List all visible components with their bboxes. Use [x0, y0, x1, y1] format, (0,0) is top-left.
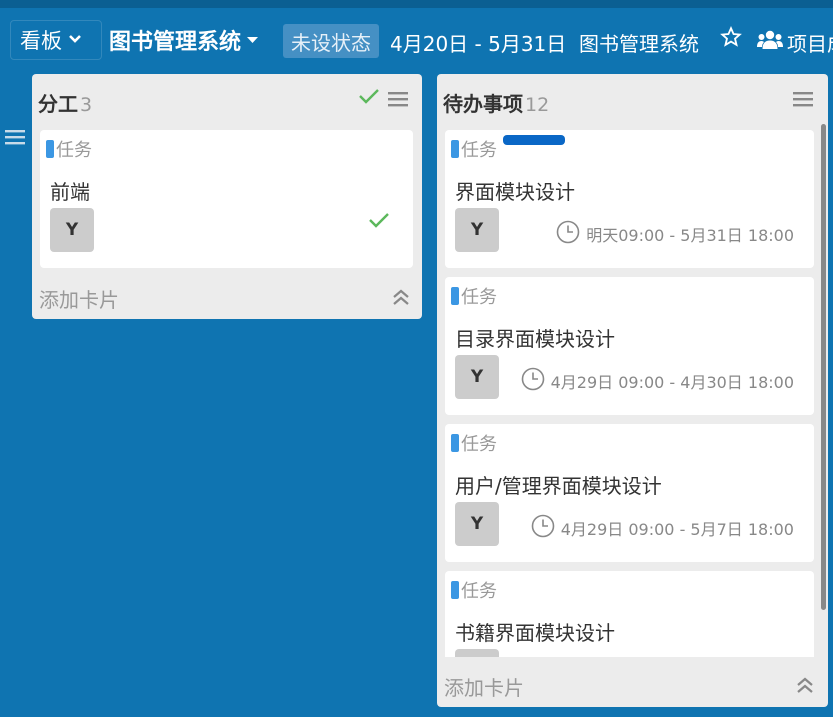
- project-name[interactable]: 图书管理系统: [579, 28, 699, 57]
- clock-icon: [556, 220, 586, 248]
- card-title: 前端: [50, 180, 90, 204]
- avatar[interactable]: Y: [50, 208, 94, 252]
- list-title-text: 分工: [38, 92, 78, 116]
- clock-icon: [531, 514, 561, 542]
- card-tag: 任务: [451, 577, 497, 603]
- card-title: 用户/管理界面模块设计: [455, 474, 662, 498]
- view-label: 看板: [20, 29, 62, 53]
- clock-icon: [521, 367, 551, 395]
- avatar[interactable]: Y: [455, 355, 499, 399]
- card-tag: 任务: [451, 136, 497, 162]
- card-list: 任务 界面模块设计 Y 明天09:00 - 5月31日 18:00 任务 目录界…: [437, 74, 828, 657]
- task-card[interactable]: 任务 书籍界面模块设计 Y: [445, 571, 814, 657]
- list-title[interactable]: 分工 3: [38, 88, 92, 117]
- chevron-down-icon: [68, 32, 82, 48]
- add-card-button[interactable]: 添加卡片: [444, 672, 524, 701]
- task-card[interactable]: 任务 目录界面模块设计 Y 4月29日 09:00 - 4月30日 18:00: [445, 277, 814, 415]
- tag-bar-icon: [451, 434, 459, 452]
- task-card[interactable]: 任务 界面模块设计 Y 明天09:00 - 5月31日 18:00: [445, 130, 814, 268]
- double-chevron-up-icon[interactable]: [796, 676, 814, 699]
- tag-bar-icon: [46, 140, 54, 158]
- list-scrollbar[interactable]: [821, 124, 826, 610]
- top-strip: [0, 0, 833, 8]
- list-menu-icon[interactable]: [388, 88, 408, 113]
- tag-bar-icon: [451, 140, 459, 158]
- list-todo: 待办事项 12 任务 界面模块设计 Y 明天09:00 - 5月31日 18:00: [437, 74, 828, 707]
- card-tag-text: 任务: [461, 581, 497, 602]
- members-label: 项目成员: [787, 32, 833, 56]
- sidebar-menu-icon[interactable]: [5, 126, 25, 151]
- list-count: 3: [80, 94, 93, 116]
- card-date-text: 4月29日 09:00 - 5月7日 18:00: [560, 520, 794, 539]
- card-tag-text: 任务: [56, 140, 92, 161]
- card-label[interactable]: [503, 135, 565, 145]
- task-card[interactable]: 任务 前端 Y: [40, 130, 413, 268]
- list-division: 分工 3 任务 前端 Y 添加卡片: [32, 74, 422, 319]
- caret-down-icon: [247, 33, 259, 47]
- card-date-text: 4月29日 09:00 - 4月30日 18:00: [550, 373, 794, 392]
- card-title: 目录界面模块设计: [455, 327, 615, 351]
- users-icon: [757, 30, 787, 55]
- card-date-text: 明天09:00 - 5月31日 18:00: [586, 226, 794, 245]
- tag-bar-icon: [451, 287, 459, 305]
- status-text: 未设状态: [291, 30, 371, 55]
- card-tag-text: 任务: [461, 140, 497, 161]
- star-icon[interactable]: [720, 26, 742, 54]
- avatar[interactable]: Y: [455, 208, 499, 252]
- card-title: 界面模块设计: [455, 180, 575, 204]
- card-tag-text: 任务: [461, 287, 497, 308]
- avatar[interactable]: Y: [455, 502, 499, 546]
- card-due-date[interactable]: 4月29日 09:00 - 5月7日 18:00: [531, 514, 794, 542]
- board-title[interactable]: 图书管理系统: [109, 24, 259, 56]
- card-tag: 任务: [451, 283, 497, 309]
- avatar[interactable]: Y: [455, 649, 499, 657]
- card-tag: 任务: [46, 136, 92, 162]
- task-card[interactable]: 任务 用户/管理界面模块设计 Y 4月29日 09:00 - 5月7日 18:0…: [445, 424, 814, 562]
- members-button[interactable]: 项目成员: [757, 28, 833, 57]
- card-due-date[interactable]: 4月29日 09:00 - 4月30日 18:00: [521, 367, 794, 395]
- check-icon[interactable]: [358, 86, 380, 111]
- card-tag: 任务: [451, 430, 497, 456]
- view-switch-button[interactable]: 看板: [10, 20, 102, 60]
- board-date-range[interactable]: 4月20日 - 5月31日: [390, 28, 566, 57]
- board-title-text: 图书管理系统: [109, 30, 242, 55]
- card-title: 书籍界面模块设计: [455, 621, 615, 645]
- status-badge[interactable]: 未设状态: [283, 24, 379, 58]
- double-chevron-up-icon[interactable]: [392, 288, 410, 311]
- card-tag-text: 任务: [461, 434, 497, 455]
- tag-bar-icon: [451, 581, 459, 599]
- card-due-date[interactable]: 明天09:00 - 5月31日 18:00: [556, 220, 794, 248]
- check-icon[interactable]: [368, 210, 390, 235]
- add-card-button[interactable]: 添加卡片: [39, 284, 119, 313]
- list-header: 分工 3: [32, 74, 422, 124]
- board-header: 看板 图书管理系统 未设状态 4月20日 - 5月31日 图书管理系统 项目成员: [0, 20, 833, 62]
